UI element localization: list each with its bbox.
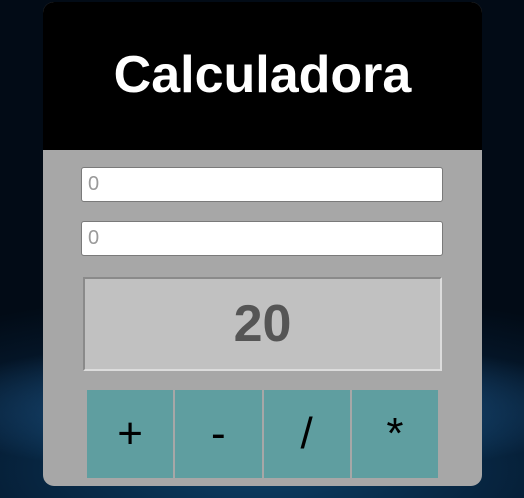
first-number-input[interactable]: [81, 167, 443, 202]
multiply-button[interactable]: *: [351, 390, 438, 478]
calculator-header: Calculadora: [43, 2, 482, 150]
result-display: 20: [83, 277, 442, 371]
page-title: Calculadora: [113, 46, 412, 104]
second-number-input[interactable]: [81, 221, 443, 256]
calculator-panel: Calculadora 20 + - / *: [43, 2, 482, 486]
operation-buttons: + - / *: [87, 390, 438, 478]
add-button[interactable]: +: [87, 390, 174, 478]
result-value: 20: [233, 295, 292, 353]
divide-button[interactable]: /: [263, 390, 350, 478]
subtract-button[interactable]: -: [175, 390, 262, 478]
